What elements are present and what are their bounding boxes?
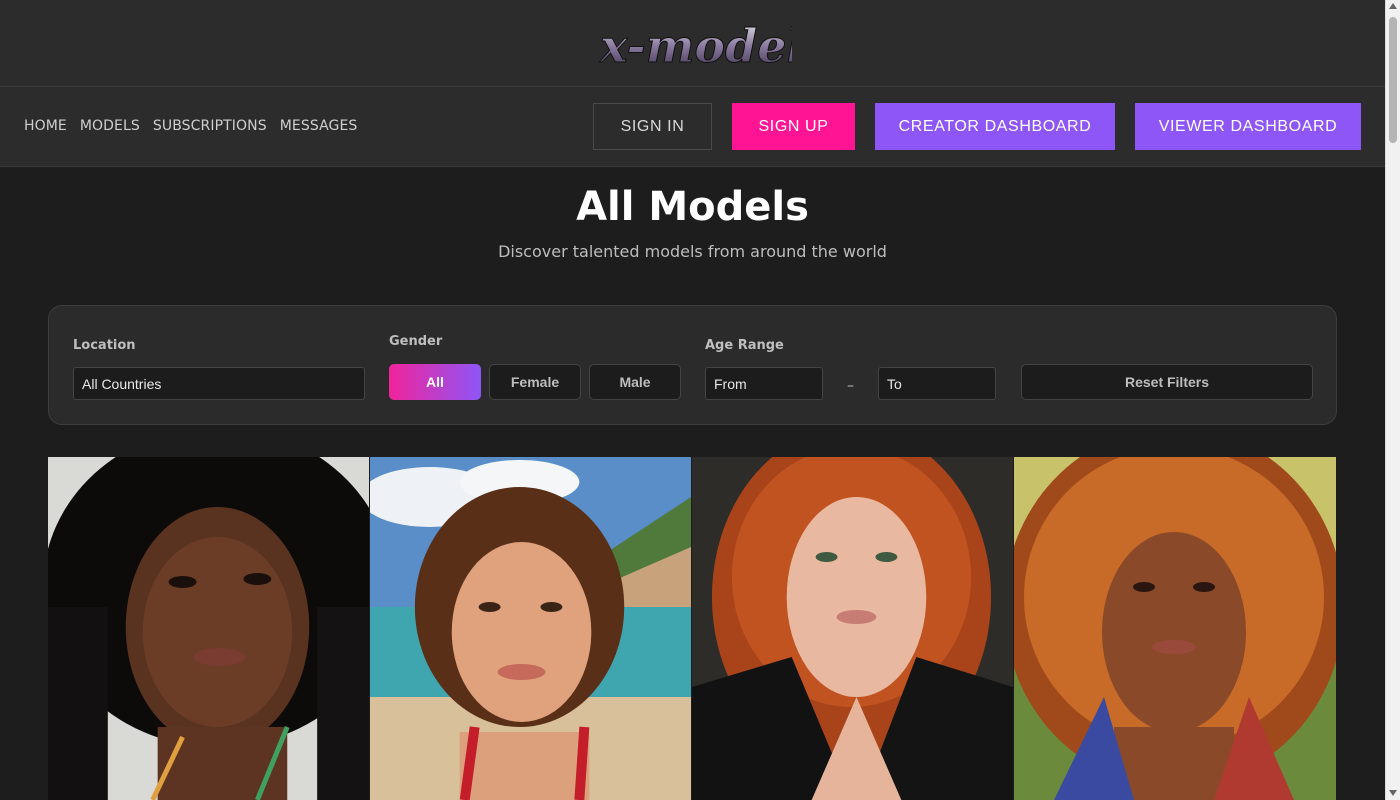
model-card[interactable]	[370, 457, 692, 800]
model-card[interactable]	[692, 457, 1014, 800]
main-nav: HOME MODELS SUBSCRIPTIONS MESSAGES SIGN …	[0, 87, 1385, 167]
nav-models[interactable]: MODELS	[80, 118, 140, 134]
logo-graphic: x-models	[599, 19, 831, 74]
site-logo[interactable]: x-models	[596, 6, 831, 76]
sign-up-button[interactable]: SIGN UP	[732, 103, 855, 150]
gender-female-button[interactable]: Female	[489, 364, 581, 400]
gender-all-button[interactable]: All	[389, 364, 481, 400]
nav-links: HOME MODELS SUBSCRIPTIONS MESSAGES	[24, 118, 357, 134]
model-photo-4	[1014, 457, 1336, 800]
creator-dashboard-button[interactable]: CREATOR DASHBOARD	[875, 103, 1115, 150]
page-scrollbar[interactable]	[1385, 0, 1400, 800]
age-to-input[interactable]: To	[878, 367, 996, 400]
model-photo-1	[48, 457, 369, 800]
gender-label: Gender	[389, 334, 443, 349]
page-subtitle: Discover talented models from around the…	[498, 242, 887, 261]
model-photo-2	[370, 457, 691, 800]
gender-male-button[interactable]: Male	[589, 364, 681, 400]
age-range-separator: –	[847, 378, 854, 394]
logo-bar: x-models	[0, 0, 1385, 87]
model-card[interactable]	[1014, 457, 1336, 800]
nav-messages[interactable]: MESSAGES	[280, 118, 358, 134]
scroll-down-arrow-icon[interactable]	[1389, 790, 1397, 796]
scroll-thumb[interactable]	[1389, 17, 1397, 143]
sign-in-button[interactable]: SIGN IN	[593, 103, 712, 150]
filter-panel: Location All Countries Gender All Female…	[48, 305, 1337, 425]
model-card[interactable]	[48, 457, 370, 800]
models-grid	[48, 457, 1337, 800]
age-range-label: Age Range	[705, 338, 784, 353]
scroll-up-arrow-icon[interactable]	[1389, 3, 1397, 9]
model-photo-3	[692, 457, 1013, 800]
reset-filters-button[interactable]: Reset Filters	[1021, 364, 1313, 400]
viewer-dashboard-button[interactable]: VIEWER DASHBOARD	[1135, 103, 1361, 150]
page-title: All Models	[576, 184, 809, 230]
logo-text: x-models	[599, 19, 792, 73]
nav-home[interactable]: HOME	[24, 118, 67, 134]
location-select[interactable]: All Countries	[73, 367, 365, 400]
age-from-input[interactable]: From	[705, 367, 823, 400]
location-label: Location	[73, 338, 136, 353]
nav-subscriptions[interactable]: SUBSCRIPTIONS	[153, 118, 267, 134]
